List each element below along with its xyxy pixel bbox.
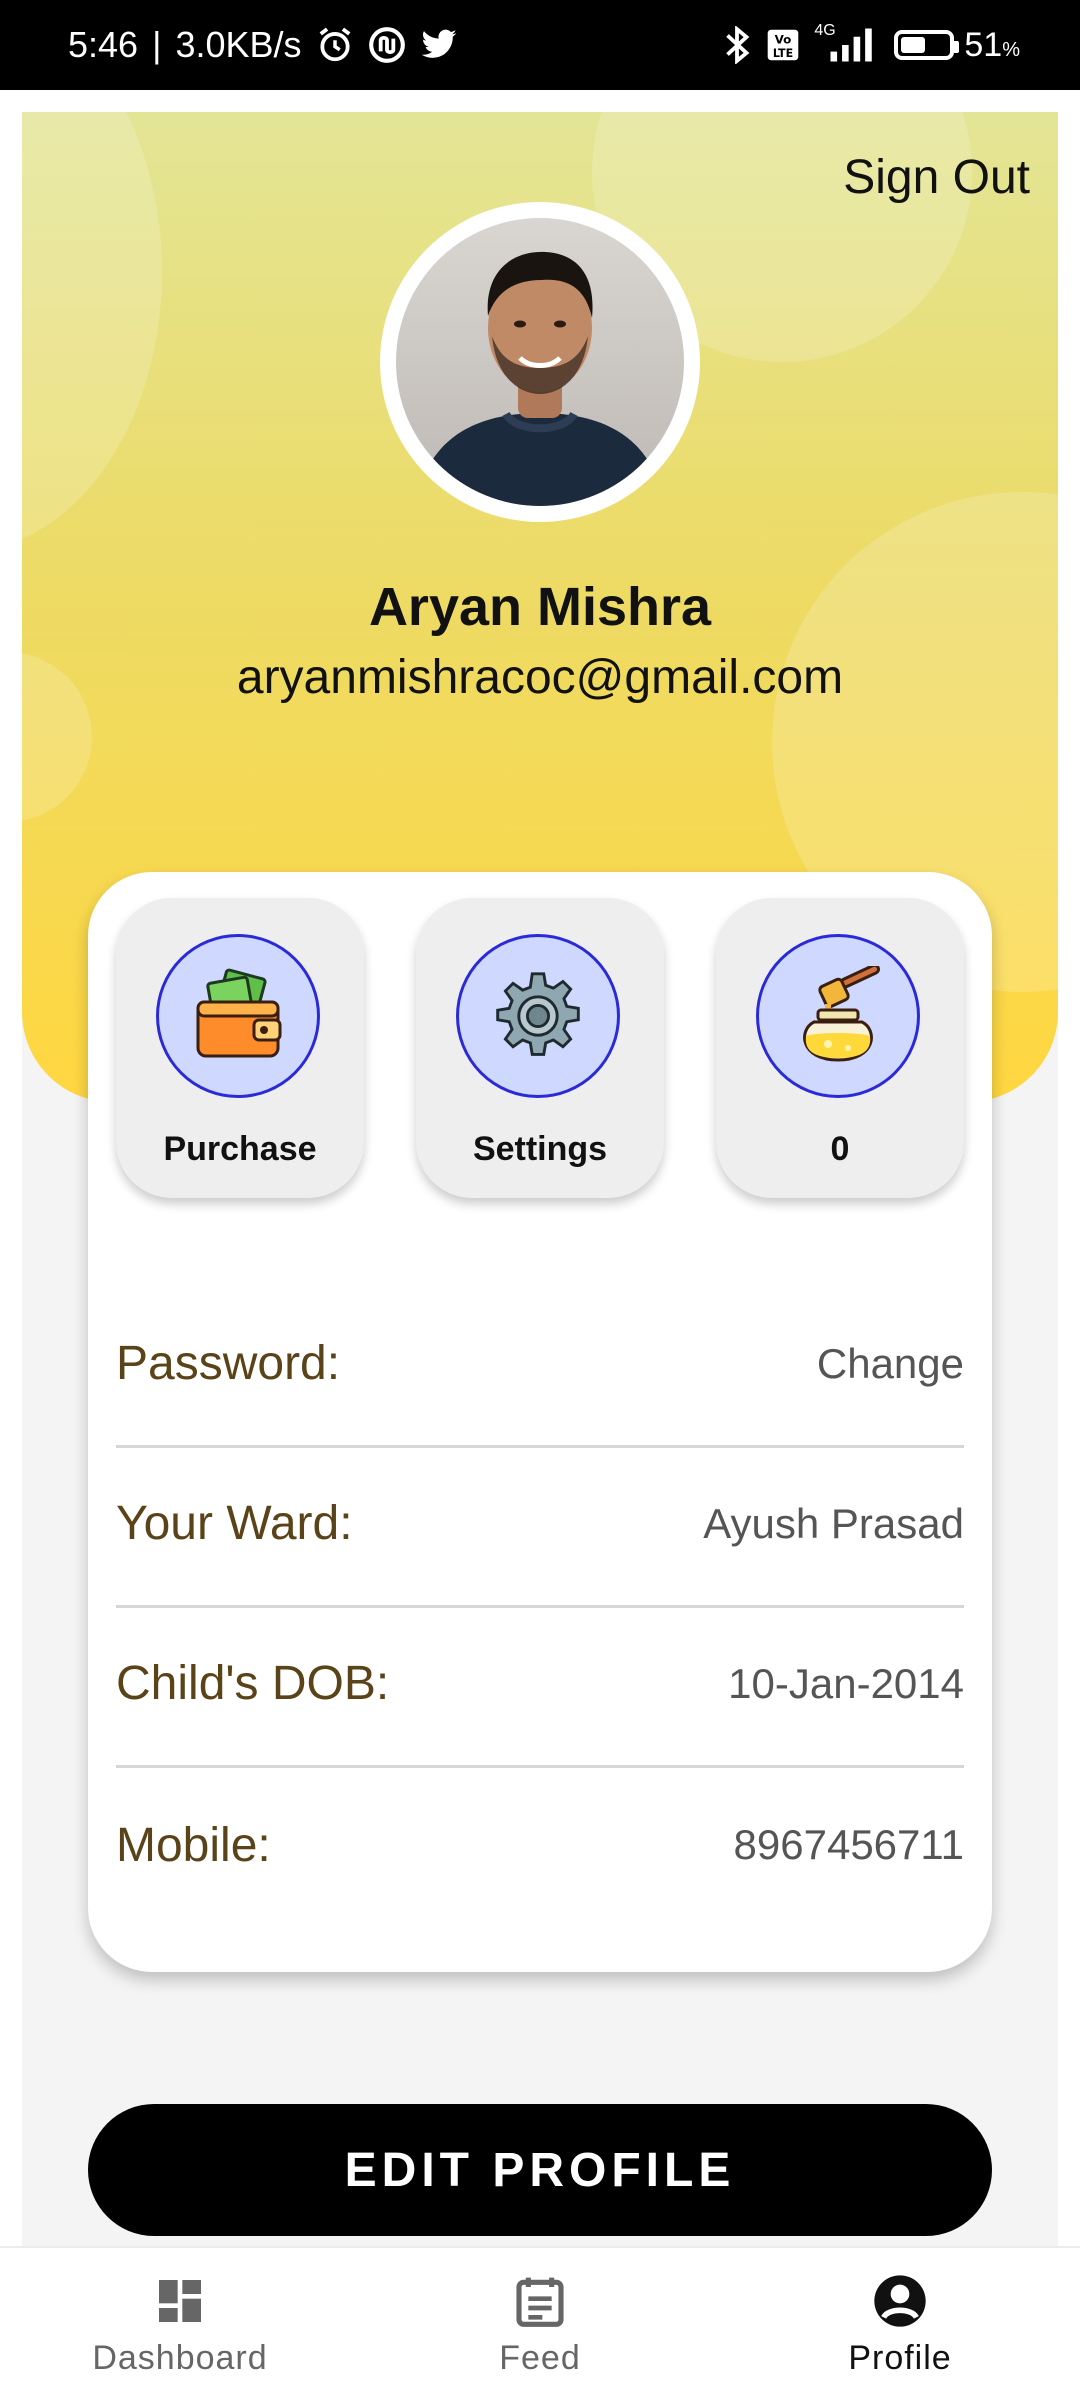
status-time: 5:46 <box>68 24 139 65</box>
nav-item-profile[interactable]: Profile <box>770 2248 1030 2400</box>
battery-percent-sign: % <box>1002 38 1020 61</box>
ward-label: Your Ward: <box>116 1497 353 1550</box>
volte-icon: Vo LTE <box>766 28 800 62</box>
status-speed: 3.0KB/s <box>175 24 302 65</box>
settings-label: Settings <box>472 1130 608 1168</box>
purchase-tile[interactable]: Purchase <box>116 898 364 1198</box>
profile-email: aryanmishracoc@gmail.com <box>236 651 844 704</box>
battery-fill <box>901 37 925 53</box>
profile-details-list: Password: Change Your Ward: Ayush Prasad… <box>116 1288 964 1928</box>
nav-label-profile: Profile <box>848 2338 952 2377</box>
quick-action-tiles: Purchase Settings 0 <box>116 898 964 1198</box>
change-password-link[interactable]: Change <box>817 1340 964 1388</box>
app-notification-icon <box>368 26 406 64</box>
avatar[interactable] <box>380 202 700 522</box>
status-bar-right: Vo LTE 4G 51% <box>722 22 1020 65</box>
wallet-icon <box>156 934 320 1098</box>
signal-icon: 4G <box>814 22 880 62</box>
honey-points-count: 0 <box>830 1130 850 1168</box>
twitter-icon <box>420 28 458 62</box>
child-dob-value: 10-Jan-2014 <box>728 1659 964 1707</box>
mobile-value: 8967456711 <box>733 1821 964 1868</box>
svg-text:LTE: LTE <box>773 47 793 60</box>
profile-card: Purchase Settings 0 Password: Change You… <box>88 872 992 1972</box>
ward-value: Ayush Prasad <box>703 1499 964 1547</box>
nav-item-feed[interactable]: Feed <box>410 2248 670 2400</box>
feed-icon <box>516 2277 564 2327</box>
status-bar: 5:46 | 3.0KB/s Vo LTE 4G 51% <box>0 0 1080 90</box>
password-label: Password: <box>116 1337 341 1390</box>
profile-name: Aryan Mishra <box>368 577 712 637</box>
avatar-photo <box>396 218 684 506</box>
child-dob-row: Child's DOB: 10-Jan-2014 <box>116 1608 964 1768</box>
password-row: Password: Change <box>116 1288 964 1448</box>
bluetooth-icon <box>722 26 752 64</box>
settings-tile[interactable]: Settings <box>416 898 664 1198</box>
nav-label-dashboard: Dashboard <box>92 2338 268 2377</box>
child-dob-label: Child's DOB: <box>116 1657 390 1710</box>
ward-row: Your Ward: Ayush Prasad <box>116 1448 964 1608</box>
alarm-icon <box>316 26 354 64</box>
gear-icon <box>456 934 620 1098</box>
bottom-navigation: Dashboard Feed Profile <box>0 2246 1080 2400</box>
mobile-label: Mobile: <box>116 1818 271 1872</box>
nav-label-feed: Feed <box>499 2338 581 2377</box>
battery-percent: 51 <box>964 25 1003 64</box>
honey-jar-icon <box>756 934 920 1098</box>
honey-points-tile[interactable]: 0 <box>716 898 964 1198</box>
nav-item-dashboard[interactable]: Dashboard <box>50 2248 310 2400</box>
dashboard-icon <box>159 2279 201 2322</box>
profile-icon <box>874 2274 926 2327</box>
battery-icon: 51% <box>894 26 1020 65</box>
edit-profile-button[interactable]: EDIT PROFILE <box>88 2104 992 2236</box>
status-bar-left: 5:46 | 3.0KB/s <box>68 24 458 66</box>
network-type: 4G <box>814 22 836 39</box>
svg-text:Vo: Vo <box>775 32 792 46</box>
sign-out-button[interactable]: Sign Out <box>843 150 1030 205</box>
status-separator: | <box>152 24 162 65</box>
purchase-label: Purchase <box>163 1130 317 1168</box>
mobile-row: Mobile: 8967456711 <box>116 1768 964 1928</box>
